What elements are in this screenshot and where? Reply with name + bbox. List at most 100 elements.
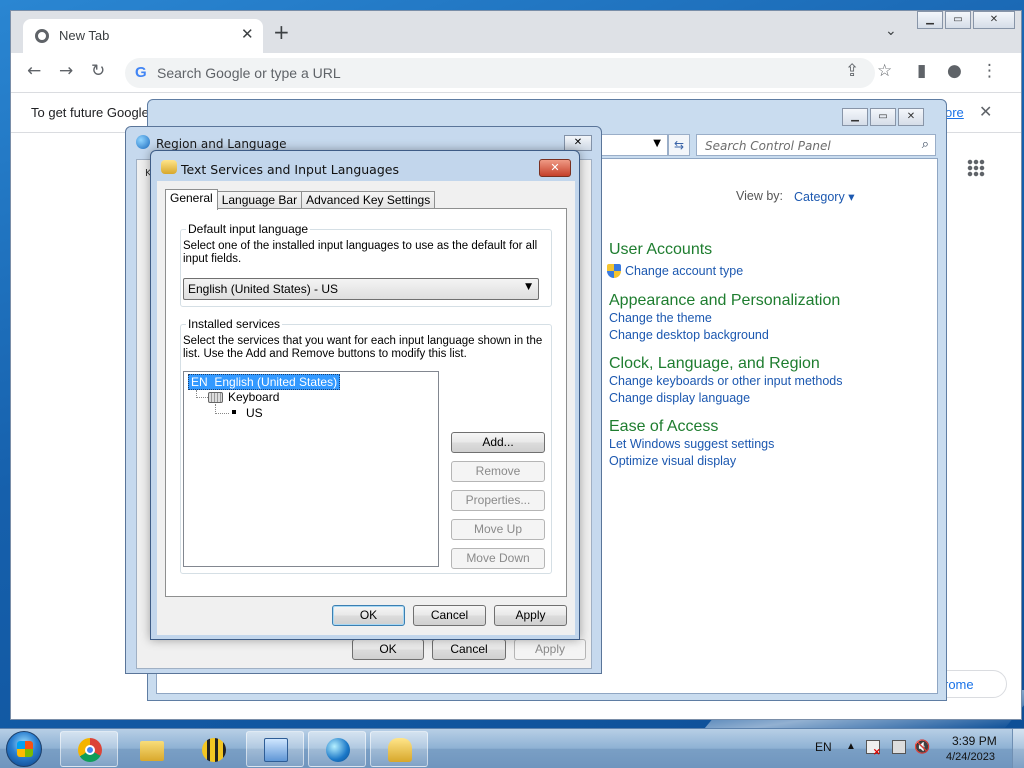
- taskbar: EN ▲ ✕ 🔇 3:39 PM 4/24/2023: [0, 728, 1024, 768]
- minimize-button[interactable]: ▁: [917, 11, 943, 29]
- taskbar-chrome[interactable]: [60, 731, 118, 767]
- tree-item-english-us[interactable]: EN English (United States): [188, 374, 341, 390]
- network-icon[interactable]: [892, 740, 906, 754]
- chrome-window-controls: ▁ ▭ ✕: [915, 11, 1015, 29]
- taskbar-text-services[interactable]: [370, 731, 428, 767]
- cp-search-box[interactable]: Search Control Panel ⌕: [696, 134, 936, 156]
- omnibox[interactable]: G Search Google or type a URL: [125, 58, 875, 88]
- default-language-dropdown[interactable]: English (United States) - US ▼: [183, 278, 539, 300]
- tree-item-us[interactable]: US: [246, 406, 263, 420]
- show-desktop-button[interactable]: [1012, 729, 1024, 768]
- text-services-body: General Language Bar Advanced Key Settin…: [157, 181, 575, 635]
- cp-search-icon[interactable]: ⌕: [922, 137, 929, 152]
- side-panel-icon[interactable]: ▮: [917, 61, 926, 81]
- tree-item-keyboard[interactable]: Keyboard: [228, 390, 279, 404]
- remove-button[interactable]: Remove: [451, 461, 545, 482]
- close-window-button[interactable]: ✕: [973, 11, 1015, 29]
- tab-new-tab[interactable]: New Tab ✕: [23, 19, 263, 53]
- link-change-theme[interactable]: Change the theme: [609, 311, 712, 325]
- bookmark-star-icon[interactable]: ☆: [877, 61, 892, 81]
- category-clock-language-region[interactable]: Clock, Language, and Region: [609, 355, 820, 373]
- chrome-menu-icon[interactable]: ⋮: [981, 61, 998, 81]
- tab-general[interactable]: General: [165, 189, 218, 210]
- category-user-accounts[interactable]: User Accounts: [609, 241, 712, 259]
- add-button[interactable]: Add...: [451, 432, 545, 453]
- restore-button[interactable]: ▭: [945, 11, 971, 29]
- info-bar-link[interactable]: ore: [945, 105, 964, 120]
- apply-button[interactable]: Apply: [494, 605, 567, 626]
- address-dropdown-icon[interactable]: ▼: [653, 138, 661, 149]
- link-change-account-type[interactable]: Change account type: [625, 264, 743, 278]
- tree-connector: [196, 390, 208, 398]
- link-change-display-language[interactable]: Change display language: [609, 391, 750, 405]
- properties-button[interactable]: Properties...: [451, 490, 545, 511]
- cp-minimize-button[interactable]: ▁: [842, 108, 868, 126]
- tab-title: New Tab: [59, 28, 110, 43]
- link-change-keyboards[interactable]: Change keyboards or other input methods: [609, 374, 842, 388]
- dropdown-arrow-icon: ▼: [525, 282, 532, 292]
- taskbar-explorer[interactable]: [122, 731, 180, 767]
- volume-muted-icon[interactable]: 🔇: [914, 739, 930, 755]
- region-apply-button[interactable]: Apply: [514, 639, 586, 660]
- new-tab-plus-icon[interactable]: +: [273, 22, 290, 42]
- text-services-title: Text Services and Input Languages: [181, 162, 399, 177]
- text-services-taskbar-icon: [388, 738, 412, 762]
- share-icon[interactable]: ⇪: [845, 61, 859, 81]
- category-appearance[interactable]: Appearance and Personalization: [609, 292, 840, 310]
- forward-arrow-icon[interactable]: →: [59, 61, 73, 81]
- taskbar-app-bee[interactable]: [184, 731, 242, 767]
- chrome-favicon-icon: [35, 29, 49, 43]
- globe-clock-icon: [326, 738, 350, 762]
- show-hidden-icons-icon[interactable]: ▲: [846, 741, 856, 752]
- cancel-button[interactable]: Cancel: [413, 605, 486, 626]
- reload-icon[interactable]: ↻: [91, 61, 105, 81]
- taskbar-region-language[interactable]: [308, 731, 366, 767]
- back-arrow-icon[interactable]: ←: [27, 61, 41, 81]
- clock-date[interactable]: 4/24/2023: [946, 751, 995, 763]
- region-close-button[interactable]: ✕: [564, 135, 592, 151]
- lang-code-badge: EN: [191, 375, 208, 389]
- cp-restore-button[interactable]: ▭: [870, 108, 896, 126]
- view-by-dropdown[interactable]: Category ▾: [794, 189, 854, 204]
- text-services-close-button[interactable]: ✕: [539, 159, 571, 177]
- installed-services-label: Installed services: [186, 317, 283, 331]
- cp-refresh-icon[interactable]: ⇆: [668, 134, 690, 156]
- tab-bar: General Language Bar Advanced Key Settin…: [165, 189, 436, 210]
- tree-language-label: English (United States): [214, 375, 338, 389]
- view-by-value: Category: [794, 190, 845, 204]
- clock-time[interactable]: 3:39 PM: [952, 734, 997, 748]
- default-language-value: English (United States) - US: [188, 282, 339, 296]
- language-indicator[interactable]: EN: [815, 740, 832, 754]
- move-up-button[interactable]: Move Up: [451, 519, 545, 540]
- google-apps-grid-icon[interactable]: [967, 159, 985, 177]
- info-bar-close-icon[interactable]: ✕: [979, 102, 992, 121]
- move-down-button[interactable]: Move Down: [451, 548, 545, 569]
- region-cancel-button[interactable]: Cancel: [432, 639, 506, 660]
- uac-shield-icon: [607, 264, 621, 278]
- default-input-language-group: Default input language Select one of the…: [180, 222, 552, 307]
- start-button[interactable]: [6, 731, 42, 767]
- link-let-windows-suggest[interactable]: Let Windows suggest settings: [609, 437, 774, 451]
- default-input-language-description: Select one of the installed input langua…: [183, 240, 538, 265]
- category-ease-of-access[interactable]: Ease of Access: [609, 418, 718, 436]
- installed-services-tree[interactable]: EN English (United States) Keyboard US: [183, 371, 439, 567]
- bee-app-icon: [202, 738, 226, 762]
- view-by-label: View by:: [736, 189, 784, 203]
- keyboard-icon: [208, 392, 223, 403]
- cp-close-button[interactable]: ✕: [898, 108, 924, 126]
- taskbar-control-panel[interactable]: [246, 731, 304, 767]
- text-services-icon: [161, 160, 177, 174]
- link-change-desktop-background[interactable]: Change desktop background: [609, 328, 769, 342]
- chrome-icon-center: [85, 745, 95, 755]
- tree-connector-2: [215, 404, 229, 414]
- bullet-icon: [232, 410, 236, 414]
- link-optimize-visual-display[interactable]: Optimize visual display: [609, 454, 736, 468]
- tab-close-icon[interactable]: ✕: [241, 25, 254, 43]
- ok-button[interactable]: OK: [332, 605, 405, 626]
- region-ok-button[interactable]: OK: [352, 639, 424, 660]
- installed-services-description: Select the services that you want for ea…: [183, 335, 543, 360]
- installed-services-group: Installed services Select the services t…: [180, 317, 552, 574]
- tab-search-chevron-icon[interactable]: ⌄: [885, 23, 897, 39]
- cp-search-placeholder: Search Control Panel: [705, 139, 831, 153]
- profile-avatar-icon[interactable]: ●: [947, 61, 962, 81]
